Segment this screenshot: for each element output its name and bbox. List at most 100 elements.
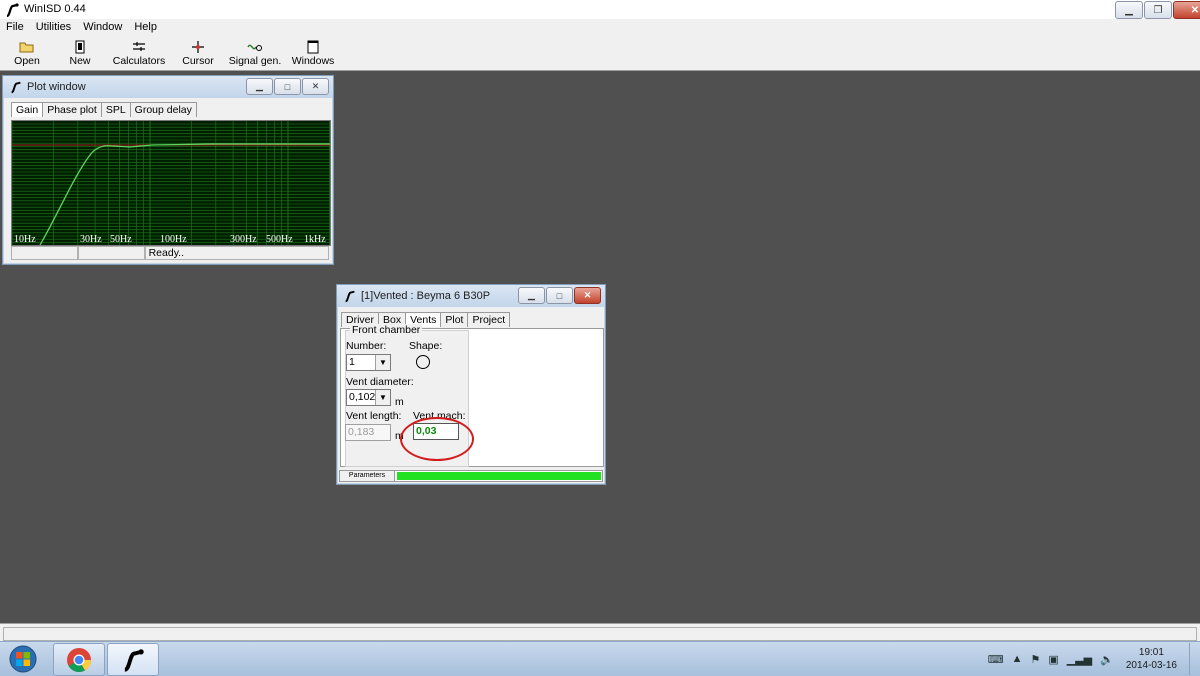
plot-window-title-bar[interactable]: Plot window ▁ □ ✕: [3, 76, 333, 98]
minimize-button[interactable]: ▁: [1115, 1, 1143, 19]
minimize-icon: ▁: [528, 290, 535, 300]
start-button[interactable]: [5, 644, 41, 674]
new-label: New: [69, 55, 91, 67]
tick-label: 100Hz: [160, 234, 187, 245]
windows-icon: [307, 40, 319, 54]
vent-length-field: 0,183: [345, 424, 391, 441]
show-hidden-icons-icon[interactable]: ▲: [1012, 653, 1023, 665]
tab-phase-plot[interactable]: Phase plot: [42, 102, 102, 117]
vent-diameter-value: 0,102: [349, 391, 376, 403]
open-label: Open: [14, 55, 40, 67]
taskbar-winisd-button[interactable]: [107, 643, 159, 676]
plot-window-title: Plot window: [27, 81, 86, 93]
project-minimize-button[interactable]: ▁: [518, 287, 545, 304]
calculators-button[interactable]: Calculators: [106, 37, 172, 70]
menu-utilities[interactable]: Utilities: [30, 19, 77, 37]
front-chamber-label: Front chamber: [350, 324, 423, 336]
cursor-label: Cursor: [182, 55, 214, 67]
taskbar: ⌨ ▲ ⚑ ▣ ▁▃▅ 🔈 19:01 2014-03-16: [0, 641, 1200, 676]
project-maximize-button[interactable]: □: [546, 287, 573, 304]
plot-tabs: Gain Phase plot SPL Group delay: [11, 102, 197, 117]
system-tray: ⌨ ▲ ⚑ ▣ ▁▃▅ 🔈 19:01 2014-03-16: [984, 642, 1200, 676]
cursor-button[interactable]: Cursor: [172, 37, 224, 70]
restore-button[interactable]: ❐: [1144, 1, 1172, 19]
plot-maximize-button[interactable]: □: [274, 78, 301, 95]
project-window-title-bar[interactable]: [1]Vented : Beyma 6 B30P ▁ □ ✕: [337, 285, 605, 307]
toolbar: Open New Calculators Cursor Signal gen. …: [0, 37, 1200, 71]
tab-group-delay[interactable]: Group delay: [129, 102, 197, 117]
clock-time: 19:01: [1138, 647, 1164, 658]
plot-window-controls: ▁ □ ✕: [245, 78, 329, 95]
menu-file[interactable]: File: [0, 19, 30, 37]
windows-label: Windows: [291, 55, 335, 67]
network-signal-icon[interactable]: ▁▃▅: [1067, 653, 1092, 666]
gain-plot[interactable]: 10Hz 30Hz 50Hz 100Hz 300Hz 500Hz 1kHz: [11, 120, 331, 246]
windows-button[interactable]: Windows: [286, 37, 340, 70]
signal-generator-icon: [247, 44, 262, 51]
plot-status-bar: Ready..: [11, 246, 329, 260]
new-document-icon: [75, 40, 85, 54]
winisd-app-icon: [11, 81, 21, 94]
tab-plot[interactable]: Plot: [440, 312, 469, 327]
keyboard-icon[interactable]: ⌨: [988, 653, 1004, 666]
show-desktop-button[interactable]: [1189, 643, 1200, 675]
main-title-bar: WinISD 0.44 ▁ ❐ ✕: [0, 0, 1200, 19]
device-icon[interactable]: ▣: [1048, 653, 1058, 666]
red-highlight-circle: [400, 417, 474, 461]
open-button[interactable]: Open: [0, 37, 54, 70]
minimize-icon: ▁: [256, 81, 263, 91]
vent-diameter-unit: m: [395, 396, 404, 408]
clock-date: 2014-03-16: [1125, 660, 1177, 671]
chevron-down-icon[interactable]: ▼: [375, 355, 390, 370]
tick-label: 50Hz: [110, 234, 132, 245]
number-value: 1: [349, 356, 355, 368]
folder-open-icon: [19, 42, 34, 53]
plot-close-button[interactable]: ✕: [302, 78, 329, 95]
taskbar-chrome-button[interactable]: [53, 643, 105, 676]
maximize-icon: □: [284, 81, 291, 92]
plot-horizontal-grid: [12, 123, 330, 243]
menu-help[interactable]: Help: [128, 19, 163, 37]
tab-project[interactable]: Project: [467, 312, 511, 327]
tick-label: 10Hz: [14, 234, 36, 245]
number-select[interactable]: 1 ▼: [346, 354, 391, 371]
parameters-tab[interactable]: Parameters: [340, 471, 395, 481]
parameters-bar: Parameters: [339, 470, 603, 482]
project-close-button[interactable]: ✕: [574, 287, 601, 304]
x-axis-tick-labels: 10Hz 30Hz 50Hz 100Hz 300Hz 500Hz 1kHz: [14, 234, 326, 245]
close-icon: ✕: [583, 290, 592, 300]
volume-icon[interactable]: 🔈: [1100, 653, 1114, 666]
app-title: WinISD 0.44: [24, 3, 86, 15]
clock[interactable]: 19:01 2014-03-16: [1126, 646, 1177, 672]
new-button[interactable]: New: [54, 37, 106, 70]
status-section: [11, 246, 78, 260]
tick-label: 30Hz: [80, 234, 102, 245]
tab-spl[interactable]: SPL: [100, 102, 131, 117]
chrome-icon: [67, 647, 91, 672]
tab-gain[interactable]: Gain: [11, 102, 44, 117]
chevron-down-icon[interactable]: ▼: [375, 390, 390, 405]
menu-window[interactable]: Window: [77, 19, 128, 37]
status-text: Ready..: [144, 246, 329, 260]
winisd-app-icon: [345, 290, 355, 303]
circle-shape-icon[interactable]: [416, 355, 430, 369]
restore-icon: ❐: [1153, 4, 1163, 16]
signal-gen-button[interactable]: Signal gen.: [224, 37, 286, 70]
plot-window: Plot window ▁ □ ✕ Gain Phase plot SPL Gr…: [2, 75, 334, 265]
project-window: [1]Vented : Beyma 6 B30P ▁ □ ✕ Driver Bo…: [336, 284, 606, 485]
status-bar-panel: [3, 627, 1197, 641]
vent-diameter-select[interactable]: 0,102 ▼: [346, 389, 391, 406]
vent-diameter-label: Vent diameter:: [346, 376, 414, 388]
action-center-flag-icon[interactable]: ⚑: [1030, 653, 1040, 666]
close-button[interactable]: ✕: [1173, 1, 1200, 19]
cursor-icon: [192, 41, 204, 53]
status-section: [77, 246, 145, 260]
main-window-controls: ▁ ❐ ✕: [1114, 1, 1200, 19]
mdi-workspace: Plot window ▁ □ ✕ Gain Phase plot SPL Gr…: [0, 71, 1200, 623]
tick-label: 500Hz: [266, 234, 293, 245]
plot-minimize-button[interactable]: ▁: [246, 78, 273, 95]
minimize-icon: ▁: [1125, 4, 1133, 16]
maximize-icon: □: [556, 290, 563, 301]
winisd-app-icon: [124, 648, 144, 672]
project-window-title: [1]Vented : Beyma 6 B30P: [361, 290, 491, 302]
